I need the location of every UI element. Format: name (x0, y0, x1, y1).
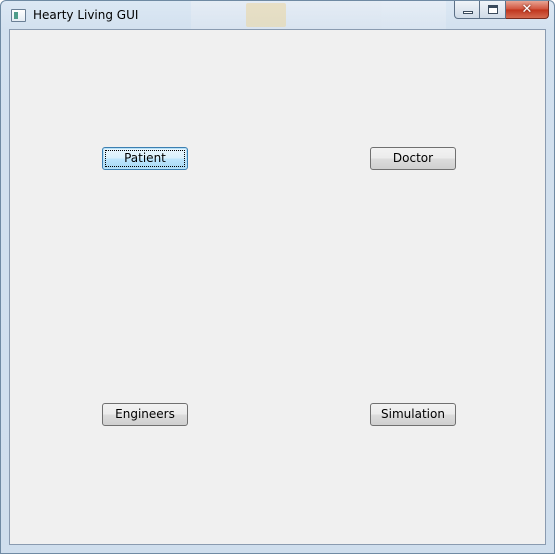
maximize-button[interactable] (480, 1, 506, 19)
simulation-button[interactable]: Simulation (370, 403, 456, 426)
engineers-button[interactable]: Engineers (102, 403, 188, 426)
app-window-icon[interactable] (11, 9, 26, 22)
window-title: Hearty Living GUI (33, 8, 139, 22)
client-area: Patient Doctor Engineers Simulation (9, 29, 546, 545)
app-window: Hearty Living GUI ✕ Patient Doctor Engin… (0, 0, 555, 554)
title-bar[interactable]: Hearty Living GUI ✕ (1, 1, 554, 29)
caption-buttons: ✕ (454, 1, 549, 20)
close-icon: ✕ (521, 2, 533, 17)
close-button[interactable]: ✕ (506, 1, 549, 19)
minimize-button[interactable] (454, 1, 480, 19)
minimize-icon (463, 11, 473, 14)
patient-button[interactable]: Patient (102, 147, 188, 170)
maximize-icon (488, 5, 498, 14)
doctor-button[interactable]: Doctor (370, 147, 456, 170)
